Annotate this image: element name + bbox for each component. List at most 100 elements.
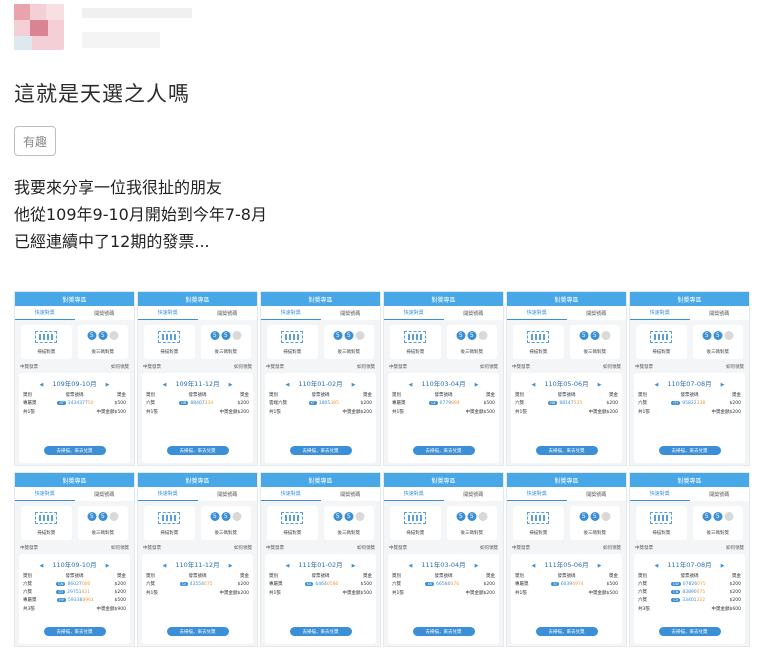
scan-claim-button[interactable]: 去掃描，來去兌獎 — [535, 627, 598, 636]
how-to-claim-link[interactable]: 如何領獎 — [234, 364, 252, 370]
scan-check-box[interactable]: 掃描對獎 — [144, 506, 195, 540]
check-methods: 掃描對獎 55 後三碼對獎 — [138, 501, 257, 543]
scan-check-box[interactable]: 掃描對獎 — [267, 506, 318, 540]
scan-claim-button[interactable]: 去掃描，來去兌獎 — [658, 627, 721, 636]
last-three-check-box[interactable]: 55 後三碼對獎 — [77, 325, 128, 359]
scan-check-box[interactable]: 掃描對獎 — [144, 325, 195, 359]
check-methods: 掃描對獎 55 後三碼對獎 — [507, 501, 626, 543]
winning-row: 六獎 HR 88407334 $200 — [146, 400, 249, 406]
how-to-claim-link[interactable]: 如何領獎 — [357, 545, 375, 551]
scan-claim-button[interactable]: 去掃描，來去兌獎 — [43, 446, 106, 455]
scan-check-box[interactable]: 掃描對獎 — [21, 506, 72, 540]
card-header: 對獎專區 — [384, 292, 503, 306]
post-line: 他從109年9-10月開始到今年7-8月 — [14, 205, 267, 224]
last-three-check-box[interactable]: 55 後三碼對獎 — [200, 325, 251, 359]
scan-check-box[interactable]: 掃描對獎 — [390, 506, 441, 540]
how-to-claim-link[interactable]: 如何領獎 — [603, 545, 621, 551]
period-selector[interactable]: ◀ 110年03-04月 ▶ — [388, 373, 499, 388]
how-to-claim-link[interactable]: 如何領獎 — [480, 364, 498, 370]
tab-quick-check[interactable]: 快速對獎 — [261, 487, 321, 501]
author-avatar[interactable] — [14, 4, 64, 50]
scan-check-box[interactable]: 掃描對獎 — [513, 506, 564, 540]
period-selector[interactable]: ◀ 110年07-08月 ▶ — [634, 373, 745, 388]
how-to-claim-link[interactable]: 如何領獎 — [603, 364, 621, 370]
scan-check-box[interactable]: 掃描對獎 — [21, 325, 72, 359]
scan-check-box[interactable]: 掃描對獎 — [390, 325, 441, 359]
scan-check-box[interactable]: 掃描對獎 — [513, 325, 564, 359]
last-three-check-box[interactable]: 55 後三碼對獎 — [77, 506, 128, 540]
tab-quick-check[interactable]: 快速對獎 — [138, 487, 198, 501]
tab-quick-check[interactable]: 快速對獎 — [384, 306, 444, 320]
tab-quick-check[interactable]: 快速對獎 — [15, 306, 75, 320]
period-selector[interactable]: ◀ 111年07-08月 ▶ — [634, 554, 745, 569]
period-selector[interactable]: ◀ 110年09-10月 ▶ — [19, 554, 130, 569]
how-to-claim-link[interactable]: 如何領獎 — [480, 545, 498, 551]
how-to-claim-link[interactable]: 如何領獎 — [234, 545, 252, 551]
scan-claim-button[interactable]: 去掃描，來去兌獎 — [166, 627, 229, 636]
period-selector[interactable]: ◀ 110年01-02月 ▶ — [265, 373, 376, 388]
last-three-check-box[interactable]: 55 後三碼對獎 — [692, 506, 743, 540]
tab-quick-check[interactable]: 快速對獎 — [138, 306, 198, 320]
topic-tag[interactable]: 有趣 — [14, 126, 56, 156]
next-period-icon: ▶ — [720, 382, 725, 388]
check-methods: 掃描對獎 55 後三碼對獎 — [15, 320, 134, 362]
period-selector[interactable]: ◀ 109年11-12月 ▶ — [142, 373, 253, 388]
last-three-check-box[interactable]: 55 後三碼對獎 — [446, 325, 497, 359]
tab-quick-check[interactable]: 快速對獎 — [507, 306, 567, 320]
tab-draw-numbers[interactable]: 開獎號碼 — [444, 306, 504, 320]
tab-quick-check[interactable]: 快速對獎 — [384, 487, 444, 501]
tab-draw-numbers[interactable]: 開獎號碼 — [75, 306, 135, 320]
last-three-check-box[interactable]: 55 後三碼對獎 — [446, 506, 497, 540]
how-to-claim-link[interactable]: 如何領獎 — [726, 364, 744, 370]
tab-quick-check[interactable]: 快速對獎 — [261, 306, 321, 320]
last-three-check-box[interactable]: 55 後三碼對獎 — [569, 506, 620, 540]
tab-quick-check[interactable]: 快速對獎 — [630, 487, 690, 501]
scan-check-box[interactable]: 掃描對獎 — [636, 325, 687, 359]
tab-draw-numbers[interactable]: 開獎號碼 — [690, 306, 750, 320]
how-to-claim-link[interactable]: 如何領獎 — [111, 545, 129, 551]
scan-claim-button[interactable]: 去掃描，來去兌獎 — [535, 446, 598, 455]
how-to-claim-link[interactable]: 如何領獎 — [726, 545, 744, 551]
scan-claim-button[interactable]: 去掃描，來去兌獎 — [166, 446, 229, 455]
scan-check-box[interactable]: 掃描對獎 — [267, 325, 318, 359]
last-three-check-box[interactable]: 55 後三碼對獎 — [323, 506, 374, 540]
last-three-check-box[interactable]: 55 後三碼對獎 — [323, 325, 374, 359]
tab-draw-numbers[interactable]: 開獎號碼 — [444, 487, 504, 501]
period-selector[interactable]: ◀ 111年05-06月 ▶ — [511, 554, 622, 569]
tab-draw-numbers[interactable]: 開獎號碼 — [198, 487, 258, 501]
check-methods: 掃描對獎 55 後三碼對獎 — [630, 320, 749, 362]
period-selector[interactable]: ◀ 111年03-04月 ▶ — [388, 554, 499, 569]
tab-draw-numbers[interactable]: 開獎號碼 — [567, 306, 627, 320]
tab-draw-numbers[interactable]: 開獎號碼 — [198, 306, 258, 320]
tab-draw-numbers[interactable]: 開獎號碼 — [321, 306, 381, 320]
scan-claim-button[interactable]: 去掃描，來去兌獎 — [43, 627, 106, 636]
tab-quick-check[interactable]: 快速對獎 — [507, 487, 567, 501]
check-methods: 掃描對獎 55 後三碼對獎 — [384, 320, 503, 362]
scan-claim-button[interactable]: 去掃描，來去兌獎 — [289, 446, 352, 455]
period-selector[interactable]: ◀ 110年05-06月 ▶ — [511, 373, 622, 388]
period-selector[interactable]: ◀ 110年11-12月 ▶ — [142, 554, 253, 569]
tab-draw-numbers[interactable]: 開獎號碼 — [321, 487, 381, 501]
tab-draw-numbers[interactable]: 開獎號碼 — [567, 487, 627, 501]
how-to-claim-link[interactable]: 如何領獎 — [357, 364, 375, 370]
scan-check-box[interactable]: 掃描對獎 — [636, 506, 687, 540]
invoice-code: RT — [57, 400, 66, 405]
scan-claim-button[interactable]: 去掃描，來去兌獎 — [289, 627, 352, 636]
tab-quick-check[interactable]: 快速對獎 — [630, 306, 690, 320]
last-three-check-box[interactable]: 55 後三碼對獎 — [200, 506, 251, 540]
period-selector[interactable]: ◀ 111年01-02月 ▶ — [265, 554, 376, 569]
how-to-claim-link[interactable]: 如何領獎 — [111, 364, 129, 370]
period-selector[interactable]: ◀ 109年09-10月 ▶ — [19, 373, 130, 388]
tab-draw-numbers[interactable]: 開獎號碼 — [75, 487, 135, 501]
scan-claim-button[interactable]: 去掃描，來去兌獎 — [412, 446, 475, 455]
scan-claim-button[interactable]: 去掃描，來去兌獎 — [658, 446, 721, 455]
table-header: 獎別 發票號碼 獎金 — [392, 393, 495, 398]
tab-quick-check[interactable]: 快速對獎 — [15, 487, 75, 501]
scan-claim-button[interactable]: 去掃描，來去兌獎 — [412, 627, 475, 636]
winning-row: 六獎 CV 33401222 $200 — [638, 597, 741, 603]
tab-draw-numbers[interactable]: 開獎號碼 — [690, 487, 750, 501]
last-three-check-box[interactable]: 55 後三碼對獎 — [692, 325, 743, 359]
last-three-check-box[interactable]: 55 後三碼對獎 — [569, 325, 620, 359]
number-balls-icon: 55 — [210, 512, 242, 521]
winning-panel: ◀ 111年07-08月 ▶ 獎別 發票號碼 獎金 六獎 CW 07826075 $200… — [634, 554, 745, 644]
